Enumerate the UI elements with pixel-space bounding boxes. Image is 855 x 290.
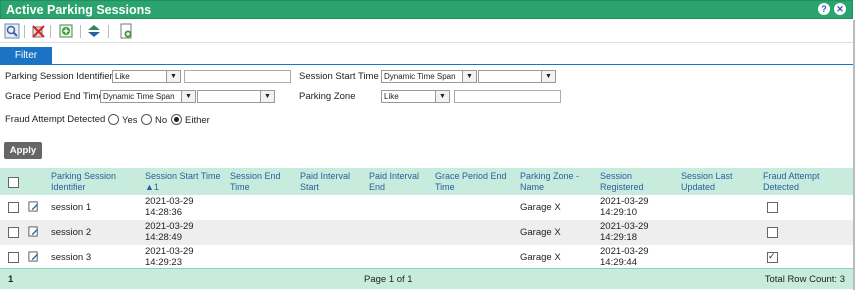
fraud-either-radio[interactable]: [171, 114, 182, 125]
fraud-checkbox: [767, 227, 778, 238]
col-header-fraud[interactable]: Fraud Attempt Detected: [763, 171, 841, 193]
chevron-down-icon: ▼: [541, 71, 555, 82]
title-bar: Active Parking Sessions ? ✕: [0, 0, 853, 19]
start-cell: 2021-03-29 14:28:49: [145, 221, 194, 243]
sst-value-select[interactable]: ▼: [478, 70, 556, 83]
psi-label: Parking Session Identifier: [5, 71, 113, 82]
tab-filter[interactable]: Filter: [0, 47, 52, 64]
zone-cell: Garage X: [520, 252, 561, 263]
page-number[interactable]: 1: [8, 274, 13, 285]
chevron-down-icon: ▼: [166, 71, 180, 82]
registered-cell: 2021-03-29 14:29:18: [600, 221, 649, 243]
psi-cell: session 3: [51, 252, 92, 263]
page-info: Page 1 of 1: [364, 274, 413, 285]
gpe-value-select[interactable]: ▼: [197, 90, 275, 103]
fraud-yes-radio[interactable]: [108, 114, 119, 125]
row-checkbox[interactable]: [8, 252, 19, 263]
delete-icon[interactable]: [30, 23, 46, 39]
table-row[interactable]: session 2 2021-03-29 14:28:49 Garage X 2…: [0, 220, 853, 245]
zone-cell: Garage X: [520, 227, 561, 238]
row-checkbox[interactable]: [8, 202, 19, 213]
table-row[interactable]: session 1 2021-03-29 14:28:36 Garage X 2…: [0, 195, 853, 220]
psi-cell: session 1: [51, 202, 92, 213]
help-icon[interactable]: ?: [818, 3, 830, 15]
edit-icon[interactable]: [28, 226, 39, 237]
col-header-start[interactable]: Session Start Time ▲1: [145, 171, 227, 193]
start-cell: 2021-03-29 14:28:36: [145, 196, 194, 218]
fraud-no-label: No: [155, 115, 168, 126]
toolbar-separator: [24, 25, 25, 38]
gpe-operator-value: Dynamic Time Span: [103, 92, 175, 101]
col-header-end[interactable]: Session End Time: [230, 171, 298, 193]
fraud-checkbox: [767, 202, 778, 213]
col-header-updated[interactable]: Session Last Updated: [681, 171, 759, 193]
sst-label: Session Start Time: [299, 71, 379, 82]
edit-icon[interactable]: [28, 201, 39, 212]
close-icon[interactable]: ✕: [834, 3, 846, 15]
psi-operator-value: Like: [115, 72, 130, 81]
add-icon[interactable]: [58, 23, 74, 39]
gpe-operator-select[interactable]: Dynamic Time Span ▼: [100, 90, 196, 103]
gpe-label: Grace Period End Time: [5, 91, 104, 102]
start-cell: 2021-03-29 14:29:23: [145, 246, 194, 268]
table-header: Parking Session Identifier Session Start…: [0, 168, 853, 195]
chevron-down-icon: ▼: [260, 91, 274, 102]
toolbar-separator: [50, 25, 51, 38]
total-row-count: Total Row Count: 3: [764, 274, 845, 285]
fraud-checkbox: [767, 251, 778, 263]
col-header-paid-start[interactable]: Paid Interval Start: [300, 171, 366, 193]
registered-cell: 2021-03-29 14:29:10: [600, 196, 649, 218]
page-title: Active Parking Sessions: [6, 3, 152, 17]
col-header-paid-end[interactable]: Paid Interval End: [369, 171, 433, 193]
fraud-either-label: Either: [185, 115, 210, 126]
col-header-grace[interactable]: Grace Period End Time: [435, 171, 517, 193]
zone-cell: Garage X: [520, 202, 561, 213]
view-icon[interactable]: [4, 23, 20, 39]
toolbar-separator: [108, 25, 109, 38]
registered-cell: 2021-03-29 14:29:44: [600, 246, 649, 268]
apply-button[interactable]: Apply: [4, 142, 42, 159]
row-checkbox[interactable]: [8, 227, 19, 238]
col-header-zone[interactable]: Parking Zone - Name: [520, 171, 598, 193]
col-header-registered[interactable]: Session Registered: [600, 171, 678, 193]
fraud-label: Fraud Attempt Detected: [5, 114, 106, 125]
table-footer: 1 Page 1 of 1 Total Row Count: 3: [0, 268, 853, 289]
sst-operator-select[interactable]: Dynamic Time Span ▼: [381, 70, 477, 83]
edit-icon[interactable]: [28, 251, 39, 262]
chevron-down-icon: ▼: [435, 91, 449, 102]
fraud-no-radio[interactable]: [141, 114, 152, 125]
transfer-icon[interactable]: [86, 23, 102, 39]
pz-operator-value: Like: [384, 92, 399, 101]
sst-operator-value: Dynamic Time Span: [384, 72, 456, 81]
table-row[interactable]: session 3 2021-03-29 14:29:23 Garage X 2…: [0, 245, 853, 270]
col-header-psi[interactable]: Parking Session Identifier: [51, 171, 141, 193]
chevron-down-icon: ▼: [181, 91, 195, 102]
pz-operator-select[interactable]: Like ▼: [381, 90, 450, 103]
psi-value-input[interactable]: [184, 70, 291, 83]
select-all-checkbox[interactable]: [8, 177, 19, 188]
fraud-yes-label: Yes: [122, 115, 138, 126]
toolbar: [0, 20, 853, 43]
pz-value-input[interactable]: [454, 90, 561, 103]
filter-divider: [0, 64, 853, 65]
psi-cell: session 2: [51, 227, 92, 238]
pz-label: Parking Zone: [299, 91, 356, 102]
psi-operator-select[interactable]: Like ▼: [112, 70, 181, 83]
toolbar-separator: [80, 25, 81, 38]
export-icon[interactable]: [118, 23, 134, 39]
chevron-down-icon: ▼: [462, 71, 476, 82]
